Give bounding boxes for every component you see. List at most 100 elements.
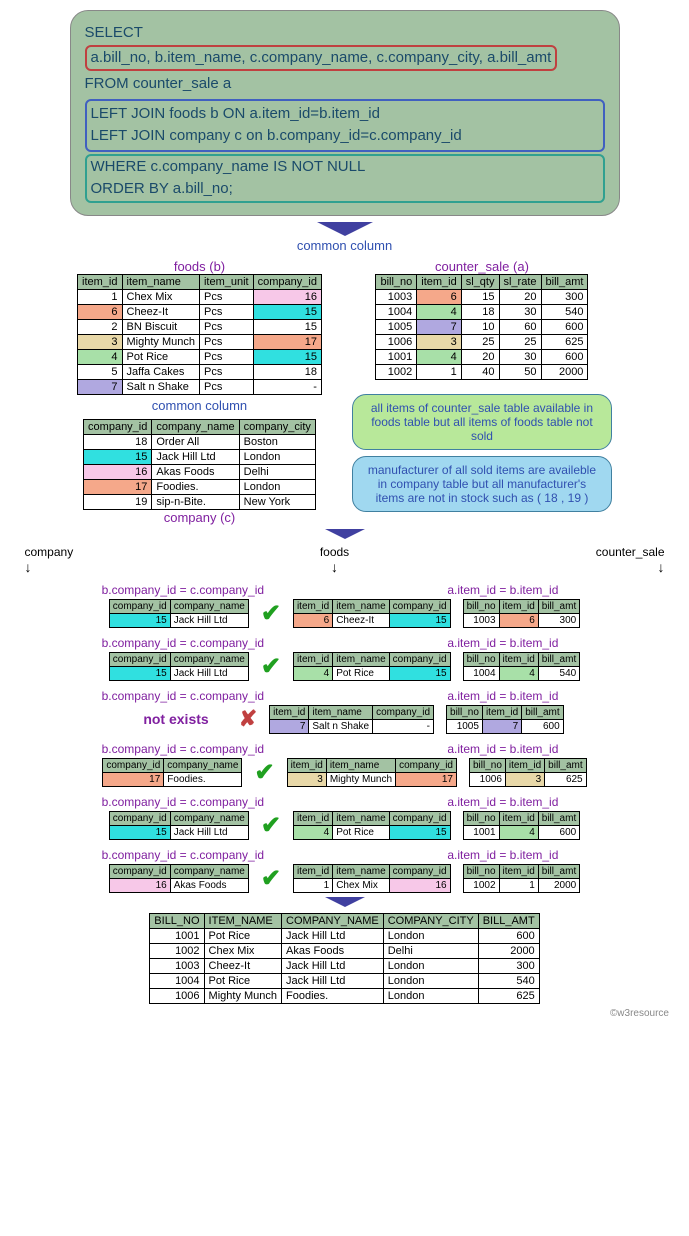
common-column-label-mid: common column (152, 398, 247, 413)
table-header: item_unit (199, 274, 253, 289)
join-condition-bc: b.company_id = c.company_id (102, 848, 264, 862)
note-green: all items of counter_sale table availabl… (352, 394, 612, 450)
sql-from: FROM counter_sale a (85, 72, 605, 97)
sql-where-order-box: WHERE c.company_name IS NOT NULL ORDER B… (85, 154, 605, 203)
table-header: company_id (253, 274, 321, 289)
join-step-row: company_idcompany_name15Jack Hill Ltd ✔ it… (10, 652, 679, 681)
source-tables-row: foods (b) item_iditem_nameitem_unitcompa… (10, 259, 679, 525)
table-header: company_id (84, 419, 152, 434)
sql-join2: LEFT JOIN company c on b.company_id=c.co… (91, 125, 599, 148)
join-foods-mini: item_iditem_namecompany_id4Pot Rice15 (293, 652, 451, 681)
check-icon: ✔ (261, 811, 281, 840)
table-header: BILL_AMT (478, 913, 539, 928)
table-row: 1001Pot RiceJack Hill LtdLondon600 (150, 928, 539, 943)
table-header: COMPANY_NAME (282, 913, 384, 928)
table-header: BILL_NO (150, 913, 204, 928)
company-hdr: company (25, 545, 74, 559)
sql-select-columns: a.bill_no, b.item_name, c.company_name, … (85, 45, 558, 72)
check-icon: ✔ (261, 864, 281, 893)
join-steps-section: b.company_id = c.company_id a.item_id = b… (10, 583, 679, 893)
arrow-down-tiny-icon: ↓ (658, 559, 665, 575)
join-company-mini: company_idcompany_name15Jack Hill Ltd (109, 599, 249, 628)
table-row: 19sip-n-Bite.New York (84, 494, 316, 509)
table-row: 1003Cheez-ItJack Hill LtdLondon300 (150, 958, 539, 973)
check-icon: ✔ (261, 599, 281, 628)
join-step-row: company_idcompany_name15Jack Hill Ltd ✔ it… (10, 599, 679, 628)
join-company-mini: company_idcompany_name15Jack Hill Ltd (109, 811, 249, 840)
counter-sale-hdr: counter_sale (596, 545, 665, 559)
table-row: 1006Mighty MunchFoodies.London625 (150, 988, 539, 1003)
table-header: item_name (122, 274, 199, 289)
table-row: 17Foodies.London (84, 479, 316, 494)
join-condition-bc: b.company_id = c.company_id (102, 583, 264, 597)
table-header: COMPANY_CITY (383, 913, 478, 928)
table-row: 100632525625 (376, 334, 588, 349)
table-row: 15Jack Hill LtdLondon (84, 449, 316, 464)
table-header: company_name (152, 419, 239, 434)
table-row: 18Order AllBoston (84, 434, 316, 449)
table-row: 100142030600 (376, 349, 588, 364)
table-header: ITEM_NAME (204, 913, 281, 928)
table-header: item_id (417, 274, 461, 289)
join-step-row: company_idcompany_name16Akas Foods✔item_… (10, 864, 679, 893)
table-header: bill_no (376, 274, 417, 289)
credit-text: ©w3resource (10, 1008, 679, 1019)
table-header: company_city (239, 419, 315, 434)
table-row: 6Cheez-ItPcs15 (78, 304, 322, 319)
not-exists-label: not exists (125, 711, 226, 727)
join-condition-ab: a.item_id = b.item_id (447, 636, 558, 650)
join-step-row: company_idcompany_name17Foodies. ✔ item_id… (10, 758, 679, 787)
sql-joins-box: LEFT JOIN foods b ON a.item_id=b.item_id… (85, 99, 605, 152)
join-condition-bc: b.company_id = c.company_id (102, 795, 264, 809)
sql-select-pre: SELECT (85, 24, 143, 41)
join-condition-bc: b.company_id = c.company_id (102, 636, 264, 650)
join-section-headers: company↓ foods↓ counter_sale↓ (25, 545, 665, 575)
arrow-down-icon (317, 222, 373, 236)
result-table: BILL_NOITEM_NAMECOMPANY_NAMECOMPANY_CITY… (149, 913, 539, 1004)
join-foods-mini: item_iditem_namecompany_id7Salt n Shake- (269, 705, 434, 734)
sql-query-box: SELECT a.bill_no, b.item_name, c.company… (70, 10, 620, 216)
arrow-down-icon (325, 529, 365, 539)
table-header: sl_qty (461, 274, 499, 289)
join-cs-mini: bill_noitem_idbill_amt100212000 (463, 864, 581, 893)
join-condition-bc: b.company_id = c.company_id (102, 689, 264, 703)
join-condition-ab: a.item_id = b.item_id (447, 689, 558, 703)
join-company-mini: company_idcompany_name15Jack Hill Ltd (109, 652, 249, 681)
table-header: bill_amt (541, 274, 588, 289)
join-condition-ab: a.item_id = b.item_id (447, 742, 558, 756)
join-foods-mini: item_iditem_namecompany_id3Mighty Munch1… (287, 758, 457, 787)
arrow-down-tiny-icon: ↓ (25, 559, 32, 575)
table-row: 1004Pot RiceJack Hill LtdLondon540 (150, 973, 539, 988)
check-icon: ✔ (261, 652, 281, 681)
company-table: company_idcompany_namecompany_city 18Ord… (83, 419, 316, 510)
foods-label: foods (b) (174, 259, 225, 274)
table-row: 16Akas FoodsDelhi (84, 464, 316, 479)
table-row: 4Pot RicePcs15 (78, 349, 322, 364)
table-row: 1002Chex MixAkas FoodsDelhi2000 (150, 943, 539, 958)
table-row: 100361520300 (376, 289, 588, 304)
join-foods-mini: item_iditem_namecompany_id4Pot Rice15 (293, 811, 451, 840)
counter-sale-label: counter_sale (a) (435, 259, 529, 274)
join-cs-mini: bill_noitem_idbill_amt10057600 (446, 705, 564, 734)
sql-join1: LEFT JOIN foods b ON a.item_id=b.item_id (91, 103, 599, 126)
table-row: 7Salt n ShakePcs- (78, 379, 322, 394)
arrow-down-icon (325, 897, 365, 907)
check-icon: ✔ (254, 758, 274, 787)
sql-order: ORDER BY a.bill_no; (91, 178, 599, 201)
join-condition-bc: b.company_id = c.company_id (102, 742, 264, 756)
common-column-label-top: common column (10, 238, 679, 253)
table-row: 2BN BiscuitPcs15 (78, 319, 322, 334)
join-company-mini: company_idcompany_name17Foodies. (102, 758, 242, 787)
foods-table: item_iditem_nameitem_unitcompany_id 1Che… (77, 274, 322, 395)
join-cs-mini: bill_noitem_idbill_amt10044540 (463, 652, 581, 681)
join-condition-ab: a.item_id = b.item_id (447, 583, 558, 597)
join-step-row: company_idcompany_name15Jack Hill Ltd ✔ it… (10, 811, 679, 840)
join-condition-ab: a.item_id = b.item_id (447, 795, 558, 809)
cross-icon: ✘ (239, 706, 257, 732)
table-row: 1Chex MixPcs16 (78, 289, 322, 304)
arrow-down-tiny-icon: ↓ (331, 559, 338, 575)
table-header: item_id (78, 274, 122, 289)
join-cs-mini: bill_noitem_idbill_amt10036300 (463, 599, 581, 628)
join-step-row: not exists ✘ item_iditem_namecompany_id7Sa… (10, 705, 679, 734)
join-foods-mini: item_iditem_namecompany_id6Cheez-It15 (293, 599, 451, 628)
